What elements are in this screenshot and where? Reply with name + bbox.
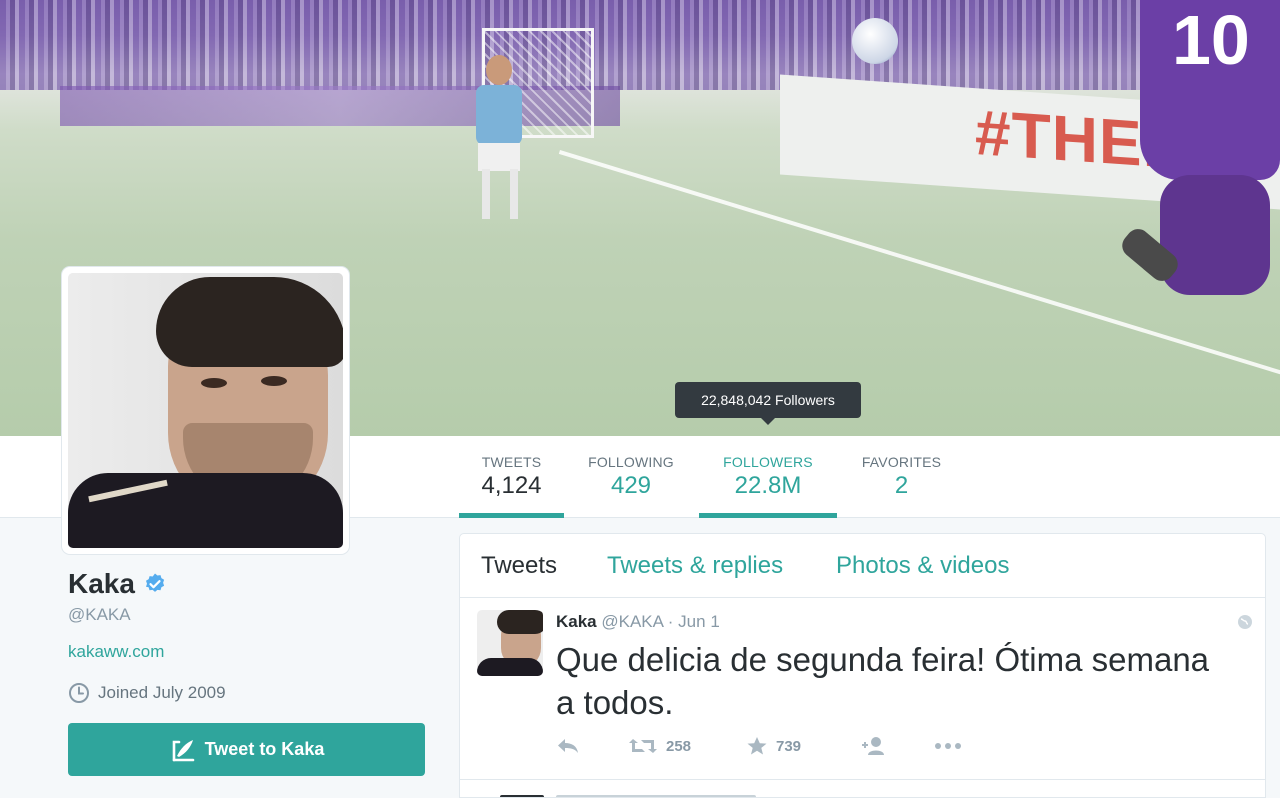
stat-favorites[interactable]: FAVORITES 2 <box>857 454 946 500</box>
stat-favorites-label: FAVORITES <box>861 454 942 470</box>
timeline-tabs: Tweets Tweets & replies Photos & videos <box>460 534 1265 598</box>
favorite-button[interactable]: 739 <box>746 736 860 756</box>
profile-name[interactable]: Kaka <box>68 568 135 600</box>
profile-joined: Joined July 2009 <box>68 682 226 704</box>
profile-joined-text: Joined July 2009 <box>98 683 226 702</box>
tweet-text: Que delicia de segunda feira! Ótima sema… <box>556 641 1210 721</box>
clock-icon <box>69 683 89 703</box>
globe-icon <box>1238 615 1252 629</box>
stat-favorites-value: 2 <box>894 472 909 499</box>
banner-ball <box>852 18 898 64</box>
reply-button[interactable] <box>556 737 628 755</box>
more-icon <box>935 743 961 749</box>
tweet-timestamp[interactable]: · Jun 1 <box>668 612 720 631</box>
stat-tweets[interactable]: TWEETS 4,124 <box>459 454 564 518</box>
reply-icon <box>558 739 578 753</box>
profile-handle[interactable]: @KAKA <box>68 605 131 625</box>
tab-tweets[interactable]: Tweets <box>481 552 557 580</box>
retweet-button[interactable]: 258 <box>628 737 746 755</box>
stat-followers-label: FOLLOWERS <box>723 454 813 470</box>
stat-followers-value: 22.8M <box>734 472 802 499</box>
tweet-to-label: Tweet to Kaka <box>204 739 325 759</box>
stat-tweets-label: TWEETS <box>481 454 542 470</box>
tab-photos-videos[interactable]: Photos & videos <box>836 552 1009 580</box>
tweet-avatar[interactable] <box>477 610 543 676</box>
next-tweet-partial <box>460 781 1265 797</box>
tweet-actions: 258 739 <box>556 736 970 756</box>
star-icon <box>747 737 767 755</box>
avatar-image <box>68 273 343 548</box>
timeline: Tweets Tweets & replies Photos & videos … <box>459 533 1266 798</box>
stat-tweets-underline <box>459 513 564 518</box>
favorite-count: 739 <box>776 737 802 755</box>
more-button[interactable] <box>934 742 970 750</box>
verified-badge-icon <box>145 573 165 592</box>
banner-player <box>470 55 530 225</box>
follow-icon <box>862 737 884 755</box>
tweet-author-name[interactable]: Kaka <box>556 612 597 631</box>
banner-jersey-number: 10 <box>1172 1 1250 79</box>
profile-name-row: Kaka <box>68 568 167 600</box>
tweet-to-button[interactable]: Tweet to Kaka <box>68 723 425 776</box>
banner-kicker: 10 <box>1110 0 1280 400</box>
retweet-count: 258 <box>666 737 692 755</box>
stat-followers-underline <box>699 513 837 518</box>
retweet-icon <box>629 739 657 753</box>
stat-followers[interactable]: FOLLOWERS 22.8M <box>699 454 837 518</box>
tweet-header: Kaka @KAKA · Jun 1 <box>556 612 720 632</box>
stat-following[interactable]: FOLLOWING 429 <box>584 454 678 500</box>
stat-following-label: FOLLOWING <box>588 454 674 470</box>
followers-tooltip: 22,848,042 Followers <box>675 382 861 425</box>
profile-avatar[interactable] <box>62 267 349 554</box>
tab-tweets-replies[interactable]: Tweets & replies <box>607 552 783 580</box>
quill-icon <box>172 739 194 761</box>
profile-website-link[interactable]: kakaww.com <box>68 642 164 662</box>
tweet-item[interactable]: Kaka @KAKA · Jun 1 Que delicia de segund… <box>460 598 1265 780</box>
tweet-author-handle[interactable]: @KAKA <box>601 612 663 631</box>
follow-button[interactable] <box>860 736 934 756</box>
stat-following-value: 429 <box>610 472 652 499</box>
banner-crowd <box>0 0 1280 90</box>
stat-tweets-value: 4,124 <box>481 472 542 499</box>
